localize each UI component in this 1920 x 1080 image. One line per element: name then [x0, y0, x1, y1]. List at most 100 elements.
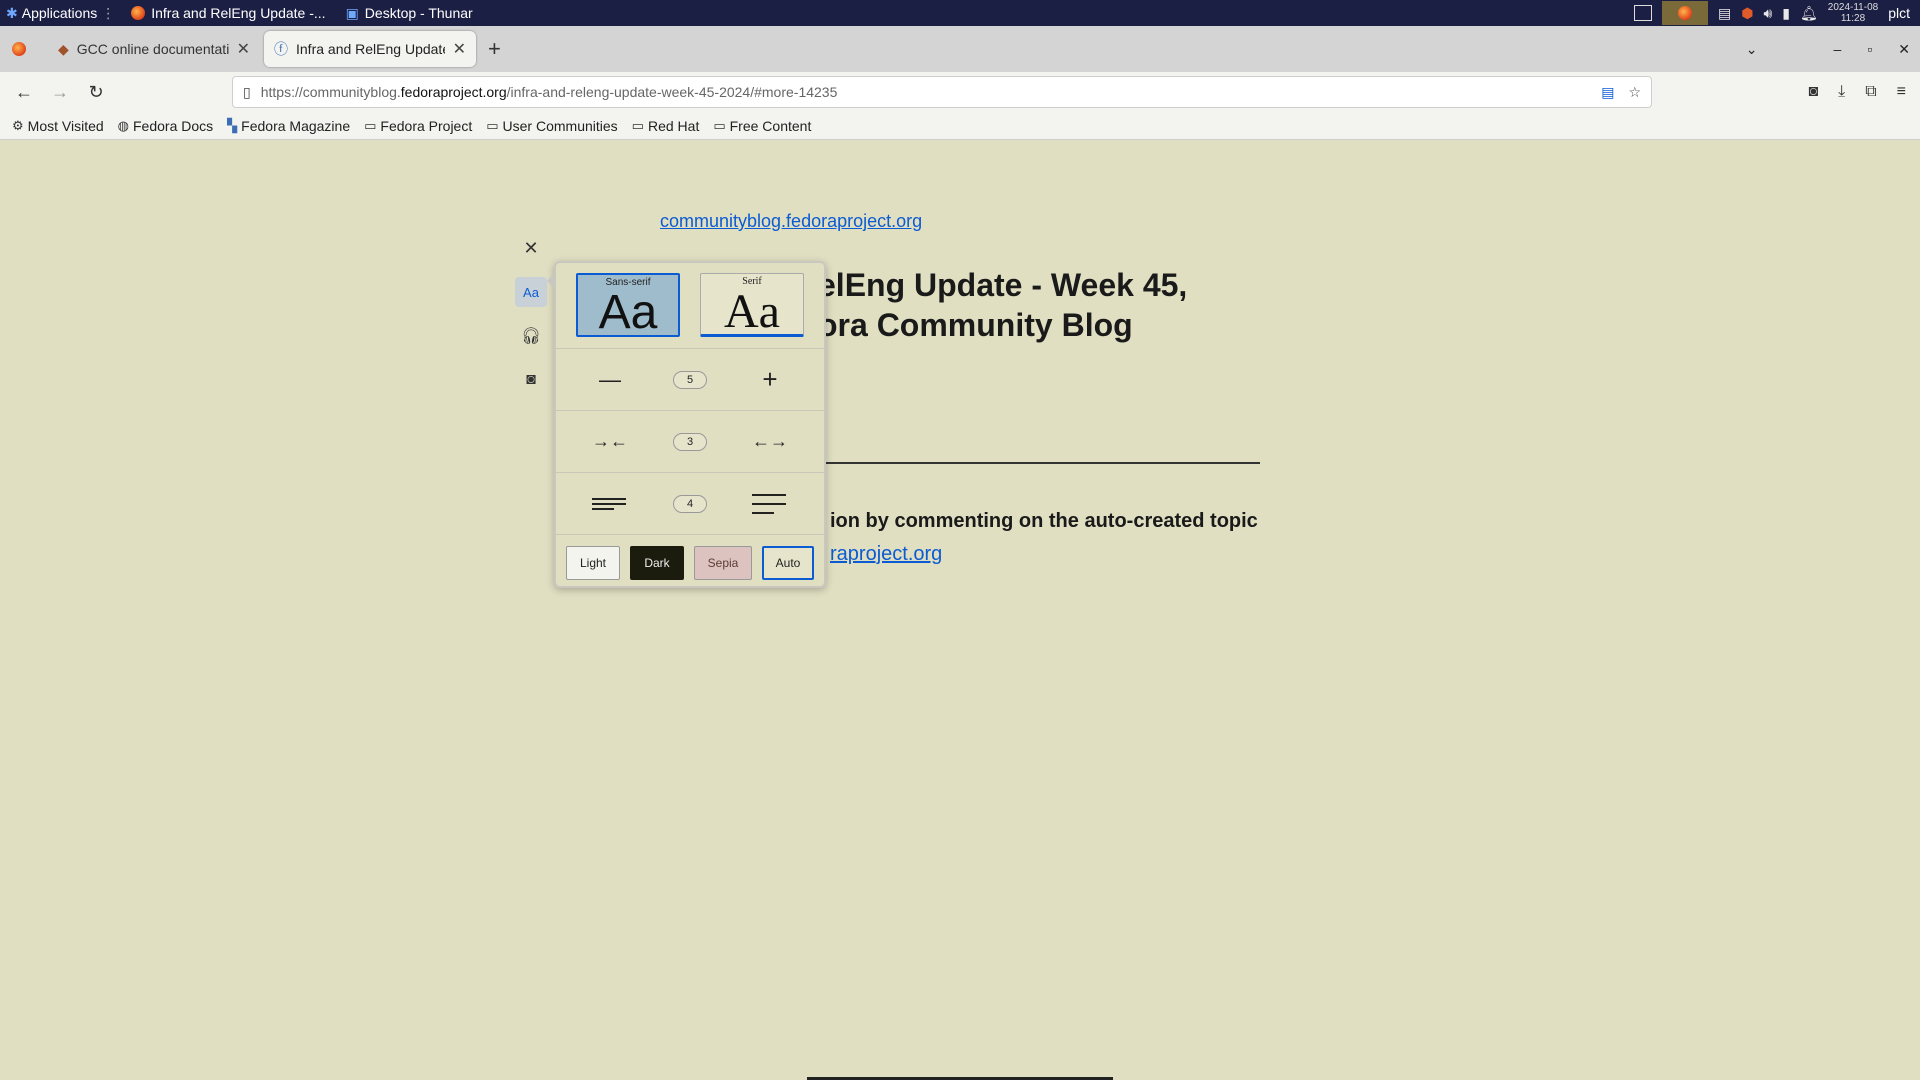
type-controls-panel: Sans-serif Aa Serif Aa — 5 + →← 3 ←→ 4 L…: [547, 261, 826, 588]
headline-line-1: elEng Update - Week 45,: [818, 267, 1188, 303]
font-size-row: — 5 +: [556, 349, 824, 411]
narrow-content-icon[interactable]: →←: [592, 431, 628, 452]
decrease-line-height-icon[interactable]: [592, 497, 628, 510]
taskbar-item-label: Infra and RelEng Update -...: [151, 5, 326, 21]
plus-icon[interactable]: +: [752, 364, 788, 395]
font-serif-button[interactable]: Serif Aa: [700, 273, 804, 337]
pocket-save-icon[interactable]: ◙: [515, 365, 547, 395]
toolbar-right: ◙ ⤓ ⧉ ≡: [1808, 72, 1906, 112]
bookmark-icon: ▚: [227, 117, 238, 133]
navigation-bar: ← → ↻ ▯ https://communityblog.fedoraproj…: [0, 72, 1920, 112]
bookmark-user-communities[interactable]: ▭ User Communities: [486, 118, 617, 134]
workspace-firefox[interactable]: [1661, 1, 1708, 25]
page-info-icon[interactable]: ▯: [243, 84, 251, 101]
increase-line-height-icon[interactable]: [752, 493, 788, 514]
bookmark-fedora-project[interactable]: ▭ Fedora Project: [364, 118, 472, 134]
reader-view-page: communityblog.fedoraproject.org elEng Up…: [0, 141, 1920, 1080]
minimize-button[interactable]: –: [1834, 41, 1842, 57]
theme-light-button[interactable]: Light: [566, 545, 620, 580]
firefox-icon: [131, 6, 146, 20]
bookmark-most-visited[interactable]: ⚙ Most Visited: [12, 118, 104, 134]
app-menu-icon[interactable]: ≡: [1897, 83, 1906, 101]
tab-infra-releng[interactable]: ⓕ Infra and RelEng Update - ✕: [264, 31, 476, 67]
url-text[interactable]: https://communityblog.fedoraproject.org/…: [261, 84, 1601, 100]
content-width-value: 3: [673, 432, 707, 451]
font-serif-sample: Aa: [724, 285, 780, 338]
folder-icon: ▭: [631, 117, 644, 133]
headline-line-2: ora Community Blog: [818, 307, 1133, 343]
theme-sepia-button[interactable]: Sepia: [694, 545, 752, 580]
shield-icon[interactable]: ⬢: [1741, 5, 1753, 22]
minus-icon[interactable]: —: [592, 367, 628, 393]
extensions-icon[interactable]: ⧉: [1865, 83, 1876, 101]
gear-icon: ⚙: [12, 117, 24, 133]
new-tab-button[interactable]: +: [488, 36, 501, 62]
applications-menu[interactable]: ✱ Applications ⋮: [0, 0, 121, 26]
forward-button[interactable]: →: [42, 82, 78, 103]
tab-title: GCC online documentation: [76, 41, 229, 57]
bookmark-label: Most Visited: [27, 117, 104, 134]
clock[interactable]: 2024-11-08 11:28: [1828, 2, 1878, 24]
narrate-headphones-icon[interactable]: 🎧︎: [515, 321, 547, 351]
reader-view-icon[interactable]: ▤: [1601, 84, 1614, 101]
applications-icon: ✱: [6, 4, 18, 21]
site-domain-link[interactable]: communityblog.fedoraproject.org: [660, 211, 922, 232]
type-controls-button[interactable]: Aa: [515, 277, 547, 307]
tab-gcc-docs[interactable]: ◆ GCC online documentation ✕: [48, 31, 260, 67]
bookmark-free-content[interactable]: ▭ Free Content: [713, 118, 811, 134]
taskbar-item-label: Desktop - Thunar: [364, 5, 473, 21]
tab-close-icon[interactable]: ✕: [453, 39, 466, 59]
reload-button[interactable]: ↻: [78, 82, 114, 103]
back-button[interactable]: ←: [6, 82, 42, 103]
bookmark-star-icon[interactable]: ☆: [1628, 84, 1641, 101]
bookmark-label: Free Content: [729, 117, 812, 134]
bookmark-label: Fedora Docs: [133, 117, 214, 134]
taskbar-item-firefox[interactable]: Infra and RelEng Update -...: [121, 0, 335, 26]
workspace-icon[interactable]: [1633, 5, 1652, 21]
font-size-value: 5: [673, 370, 707, 389]
folder-icon: ▭: [486, 117, 499, 133]
tab-close-icon[interactable]: ✕: [237, 39, 250, 59]
clock-date: 2024-11-08: [1827, 2, 1879, 13]
content-width-row: →← 3 ←→: [556, 411, 824, 473]
close-window-button[interactable]: ✕: [1898, 41, 1910, 58]
widen-content-icon[interactable]: ←→: [752, 431, 788, 452]
clock-time: 11:28: [1840, 13, 1866, 24]
theme-auto-button[interactable]: Auto: [762, 545, 814, 580]
bookmark-label: User Communities: [502, 117, 618, 134]
fedora-favicon-icon: ⓕ: [274, 41, 288, 57]
battery-icon[interactable]: ▮: [1782, 5, 1790, 22]
theme-dark-button[interactable]: Dark: [630, 545, 684, 580]
font-sans-serif-button[interactable]: Sans-serif Aa: [576, 273, 680, 337]
globe-icon: ◍: [117, 117, 129, 133]
firefox-menu-icon[interactable]: [12, 42, 26, 56]
font-family-row: Sans-serif Aa Serif Aa: [556, 263, 824, 349]
url-bar[interactable]: ▯ https://communityblog.fedoraproject.or…: [232, 76, 1652, 108]
taskbar-item-thunar[interactable]: ▣ Desktop - Thunar: [336, 0, 483, 26]
window-controls: ⌄ – ▫ ✕: [1746, 26, 1910, 72]
downloads-icon[interactable]: ⤓: [1838, 83, 1845, 101]
notification-bell-icon[interactable]: 🔔︎: [1800, 5, 1818, 22]
user-name[interactable]: plct: [1888, 5, 1910, 21]
folder-icon: ▭: [364, 117, 377, 133]
pocket-icon[interactable]: ◙: [1808, 83, 1818, 101]
bookmark-fedora-magazine[interactable]: ▚ Fedora Magazine: [227, 118, 350, 134]
bookmarks-toolbar: ⚙ Most Visited ◍ Fedora Docs ▚ Fedora Magaz…: [0, 112, 1920, 140]
list-all-tabs-icon[interactable]: ⌄: [1746, 41, 1758, 58]
url-suffix: /infra-and-releng-update-week-45-2024/#m…: [506, 84, 838, 100]
maximize-button[interactable]: ▫: [1867, 41, 1872, 57]
bookmark-label: Fedora Project: [380, 117, 473, 134]
close-reader-icon[interactable]: ✕: [515, 233, 547, 263]
folder-icon: ▭: [713, 117, 726, 133]
bookmark-red-hat[interactable]: ▭ Red Hat: [632, 118, 700, 134]
gnu-favicon-icon: ◆: [58, 40, 69, 57]
discussion-link[interactable]: raproject.org: [830, 543, 942, 565]
bookmark-label: Fedora Magazine: [241, 117, 351, 134]
bookmark-fedora-docs[interactable]: ◍ Fedora Docs: [118, 118, 214, 134]
folder-icon: ▣: [345, 4, 359, 21]
volume-icon[interactable]: 🔊︎: [1763, 5, 1772, 22]
network-icon[interactable]: ▤: [1718, 5, 1731, 22]
url-bar-actions: ▤ ☆: [1601, 84, 1641, 101]
url-domain: fedoraproject.org: [400, 84, 507, 100]
tab-strip: ◆ GCC online documentation ✕ ⓕ Infra and…: [0, 26, 1920, 72]
